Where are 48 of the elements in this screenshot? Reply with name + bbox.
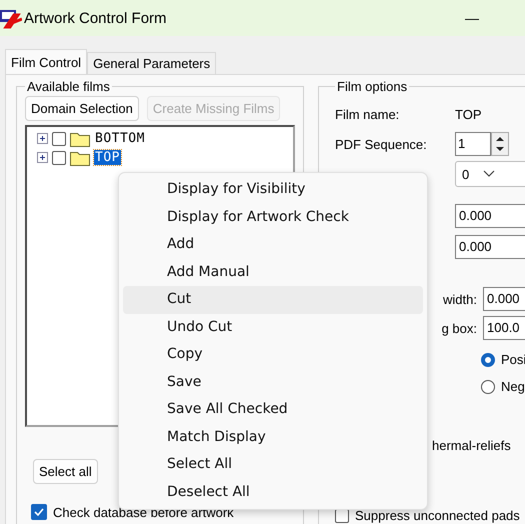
menu-item[interactable]: Copy — [123, 341, 423, 368]
input-field[interactable]: 0.000 — [455, 235, 525, 259]
spinner-arrows-icon[interactable] — [491, 132, 509, 156]
dropdown[interactable]: 0 — [462, 166, 470, 182]
menu-item[interactable]: Add — [123, 231, 423, 258]
checkbox-label: Suppress unconnected pads — [355, 508, 520, 523]
tab[interactable]: Film Control — [5, 49, 88, 74]
field-label: g box: — [440, 320, 478, 336]
app-logo-icon — [0, 7, 22, 29]
folder-icon — [70, 130, 90, 146]
menu-item[interactable]: Save All Checked — [123, 396, 423, 424]
button[interactable]: Domain Selection — [25, 96, 139, 121]
checkbox-label: hermal-reliefs — [432, 438, 511, 453]
select-all-button[interactable]: Select all — [33, 459, 98, 484]
window-title: Artwork Control Form — [24, 10, 167, 26]
menu-item[interactable]: Display for Visibility — [123, 176, 423, 204]
menu-item[interactable]: Select All — [123, 451, 423, 478]
tab[interactable]: General Parameters — [87, 52, 216, 74]
checkbox[interactable] — [52, 132, 66, 146]
input-field[interactable]: 100.0 — [483, 316, 525, 340]
checkbox[interactable] — [31, 504, 47, 520]
menu-item[interactable]: Add Manual — [123, 258, 423, 286]
expand-icon[interactable] — [37, 152, 48, 163]
expand-icon[interactable] — [37, 133, 48, 144]
menu-item[interactable]: Cut — [123, 286, 423, 314]
field-label: Film name: — [335, 106, 400, 122]
input-field[interactable]: 0.000 — [483, 287, 525, 311]
film-name-value: TOP — [455, 106, 482, 122]
group-title: Film options — [336, 79, 408, 94]
folder-icon — [70, 150, 90, 166]
checkbox[interactable] — [52, 150, 66, 164]
radio-label: Neg — [501, 379, 525, 394]
menu-item[interactable]: Undo Cut — [123, 314, 423, 341]
tree-item[interactable]: BOTTOM — [94, 131, 146, 146]
radio-button[interactable] — [481, 352, 495, 366]
menu-item[interactable]: Match Display — [123, 424, 423, 451]
minimize-button[interactable]: — — [459, 10, 485, 26]
group-title: Available films — [26, 79, 111, 94]
tree-item[interactable]: TOP — [94, 150, 121, 165]
menu-item[interactable]: Save — [123, 368, 423, 396]
input-field[interactable]: 0.000 — [455, 204, 525, 228]
chevron-down-icon[interactable] — [483, 170, 496, 178]
radio-button[interactable] — [481, 380, 495, 394]
menu-item[interactable]: Display for Artwork Check — [123, 204, 423, 231]
menu-item[interactable]: Deselect All — [123, 478, 423, 506]
spin-field[interactable]: 1 — [455, 132, 491, 156]
field-label: PDF Sequence: — [335, 136, 428, 152]
field-label: width: — [442, 292, 478, 306]
